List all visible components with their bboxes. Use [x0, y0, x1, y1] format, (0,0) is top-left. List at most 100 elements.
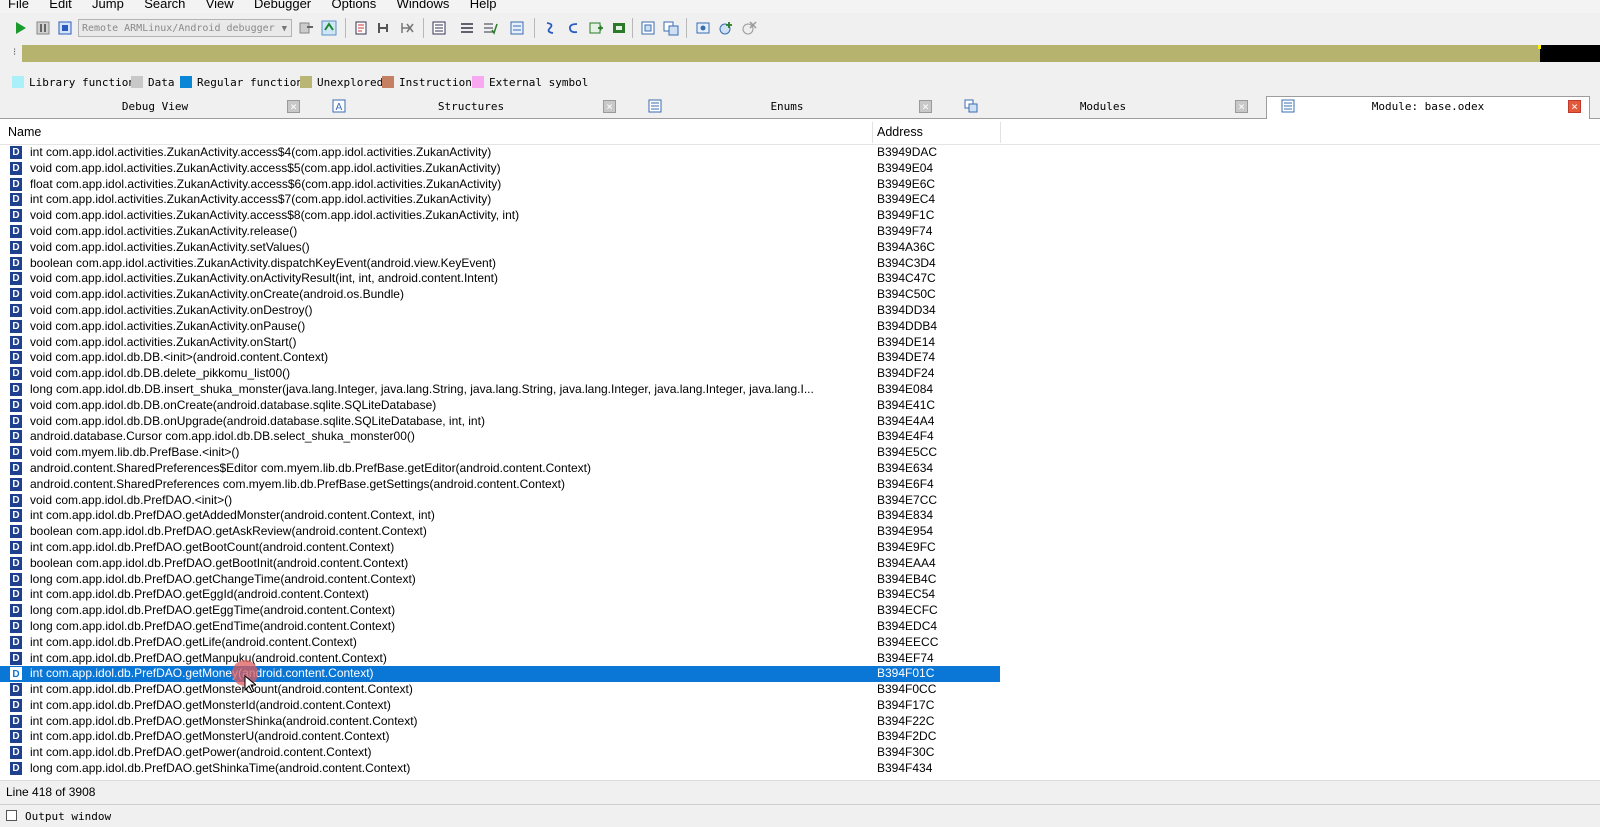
table-row[interactable]: Dvoid com.app.idol.activities.ZukanActiv… [0, 287, 1000, 303]
table-row[interactable]: Dint com.app.idol.db.PrefDAO.getPower(an… [0, 745, 1000, 761]
table-row[interactable]: Dvoid com.app.idol.db.PrefDAO.<init>() B3… [0, 493, 1000, 509]
table-row[interactable]: Dboolean com.app.idol.db.PrefDAO.getBoot… [0, 556, 1000, 572]
table-row[interactable]: Dandroid.content.SharedPreferences$Edito… [0, 461, 1000, 477]
menu-file[interactable]: File [8, 0, 29, 11]
window-icon[interactable] [639, 19, 657, 37]
tab-debug-view[interactable]: Debug View × [2, 97, 308, 117]
table-row[interactable]: Dandroid.content.SharedPreferences com.m… [0, 477, 1000, 493]
add-breakpoint-icon[interactable] [717, 19, 735, 37]
close-icon[interactable]: × [919, 100, 932, 113]
navigation-bar-unexplored[interactable] [22, 45, 1540, 62]
table-row-selected[interactable]: Dint com.app.idol.db.PrefDAO.getMoney(an… [0, 666, 1000, 683]
table-row[interactable]: Dvoid com.myem.lib.db.PrefBase.<init>() B… [0, 445, 1000, 461]
menu-help[interactable]: Help [470, 0, 497, 11]
table-row[interactable]: Dvoid com.app.idol.db.DB.delete_pikkomu_… [0, 366, 1000, 382]
breakpoint-list-icon[interactable] [430, 19, 448, 37]
tab-structures[interactable]: A Structures × [318, 97, 624, 117]
table-row[interactable]: Dlong com.app.idol.db.PrefDAO.getChangeT… [0, 572, 1000, 588]
tab-enums[interactable]: Enums × [634, 97, 940, 117]
function-address: B394E9FC [877, 539, 936, 554]
function-address: B394F17C [877, 697, 935, 712]
table-row[interactable]: Dvoid com.app.idol.activities.ZukanActiv… [0, 303, 1000, 319]
table-row[interactable]: Dvoid com.app.idol.activities.ZukanActiv… [0, 240, 1000, 256]
column-divider[interactable] [872, 122, 873, 143]
table-row[interactable]: Dandroid.database.Cursor com.app.idol.db… [0, 429, 1000, 445]
close-icon[interactable]: × [603, 100, 616, 113]
table-row[interactable]: Dvoid com.app.idol.activities.ZukanActiv… [0, 208, 1000, 224]
column-header-address[interactable]: Address [877, 125, 923, 139]
menu-windows[interactable]: Windows [397, 0, 450, 11]
step-over-icon[interactable] [375, 19, 393, 37]
column-header-name[interactable]: Name [8, 125, 41, 139]
windows-icon[interactable] [662, 19, 680, 37]
table-row[interactable]: Dvoid com.app.idol.activities.ZukanActiv… [0, 271, 1000, 287]
step-into-icon[interactable] [352, 19, 370, 37]
function-type-icon: D [10, 651, 22, 665]
table-row[interactable]: Dint com.app.idol.db.PrefDAO.getMonsterC… [0, 682, 1000, 698]
debugger-select[interactable]: Remote ARMLinux/Android debugger ▼ [78, 19, 292, 37]
function-address: B394E41C [877, 397, 936, 412]
output-window-bar[interactable]: Output window [0, 804, 1600, 827]
table-row[interactable]: Dint com.app.idol.db.PrefDAO.getLife(and… [0, 635, 1000, 651]
table-row[interactable]: Dvoid com.app.idol.activities.ZukanActiv… [0, 319, 1000, 335]
function-address: B394F01C [877, 666, 935, 681]
table-row[interactable]: Dint com.app.idol.db.PrefDAO.getMonsterU… [0, 729, 1000, 745]
table-row[interactable]: Dvoid com.app.idol.db.DB.onCreate(androi… [0, 398, 1000, 414]
table-row[interactable]: Dvoid com.app.idol.db.DB.onUpgrade(andro… [0, 414, 1000, 430]
run-to-cursor-icon[interactable] [398, 19, 416, 37]
function-address: B394A36C [877, 239, 936, 254]
list-icon[interactable] [458, 19, 476, 37]
table-row[interactable]: Dint com.app.idol.activities.ZukanActivi… [0, 192, 1000, 208]
attach-icon[interactable] [297, 19, 315, 37]
table-row[interactable]: Dvoid com.app.idol.activities.ZukanActiv… [0, 161, 1000, 177]
menu-options[interactable]: Options [331, 0, 376, 11]
tab-modules[interactable]: Modules × [950, 97, 1256, 117]
table-row[interactable]: Dlong com.app.idol.db.DB.insert_shuka_mo… [0, 382, 1000, 398]
table-row[interactable]: Dboolean com.app.idol.activities.ZukanAc… [0, 256, 1000, 272]
add-watch-icon[interactable] [587, 19, 605, 37]
step-icon[interactable] [541, 19, 559, 37]
menu-debugger[interactable]: Debugger [254, 0, 311, 11]
process-icon[interactable] [694, 19, 712, 37]
table-row[interactable]: Dint com.app.idol.activities.ZukanActivi… [0, 145, 1000, 161]
table-row[interactable]: Dint com.app.idol.db.PrefDAO.getEggId(an… [0, 587, 1000, 603]
table-row[interactable]: Dvoid com.app.idol.db.DB.<init>(android.… [0, 350, 1000, 366]
menu-edit[interactable]: Edit [49, 0, 71, 11]
function-type-icon: D [10, 430, 22, 444]
threads-icon[interactable] [508, 19, 526, 37]
table-row[interactable]: Dint com.app.idol.db.PrefDAO.getMonsterS… [0, 714, 1000, 730]
function-name: int com.app.idol.db.PrefDAO.getMonsterU(… [30, 729, 390, 744]
column-divider[interactable] [1000, 122, 1001, 143]
menu-jump[interactable]: Jump [92, 0, 124, 11]
table-row[interactable]: Dboolean com.app.idol.db.PrefDAO.getAskR… [0, 524, 1000, 540]
function-name: void com.myem.lib.db.PrefBase.<init>() [30, 445, 240, 460]
play-icon[interactable] [11, 19, 29, 37]
table-row[interactable]: Dlong com.app.idol.db.PrefDAO.getEndTime… [0, 619, 1000, 635]
table-row[interactable]: Dint com.app.idol.db.PrefDAO.getBootCoun… [0, 540, 1000, 556]
table-row[interactable]: Dint com.app.idol.db.PrefDAO.getAddedMon… [0, 508, 1000, 524]
function-address: B394F2DC [877, 729, 937, 744]
pause-icon[interactable] [34, 19, 52, 37]
check-list-icon[interactable] [481, 19, 499, 37]
function-address: B3949F1C [877, 208, 935, 223]
detach-icon[interactable] [320, 19, 338, 37]
tab-module-base-odex[interactable]: Module: base.odex × [1266, 96, 1590, 119]
table-row[interactable]: Dvoid com.app.idol.activities.ZukanActiv… [0, 335, 1000, 351]
delete-breakpoint-icon[interactable] [740, 19, 758, 37]
step-back-icon[interactable] [564, 19, 582, 37]
close-icon[interactable]: × [1568, 100, 1581, 113]
table-row[interactable]: Dint com.app.idol.db.PrefDAO.getManpuku(… [0, 651, 1000, 667]
close-icon[interactable]: × [287, 100, 300, 113]
legend-instruction: Instruction [382, 76, 472, 89]
table-row[interactable]: Dfloat com.app.idol.activities.ZukanActi… [0, 177, 1000, 193]
table-row[interactable]: Dint com.app.idol.db.PrefDAO.getMonsterI… [0, 698, 1000, 714]
table-row[interactable]: Dvoid com.app.idol.activities.ZukanActiv… [0, 224, 1000, 240]
menu-view[interactable]: View [206, 0, 234, 11]
table-row[interactable]: Dlong com.app.idol.db.PrefDAO.getShinkaT… [0, 761, 1000, 777]
close-icon[interactable]: × [1235, 100, 1248, 113]
table-row[interactable]: Dlong com.app.idol.db.PrefDAO.getEggTime… [0, 603, 1000, 619]
navigation-band[interactable]: ⁝ [0, 43, 1600, 67]
stop-icon[interactable] [56, 19, 74, 37]
menu-search[interactable]: Search [144, 0, 185, 11]
memory-icon[interactable] [610, 19, 628, 37]
